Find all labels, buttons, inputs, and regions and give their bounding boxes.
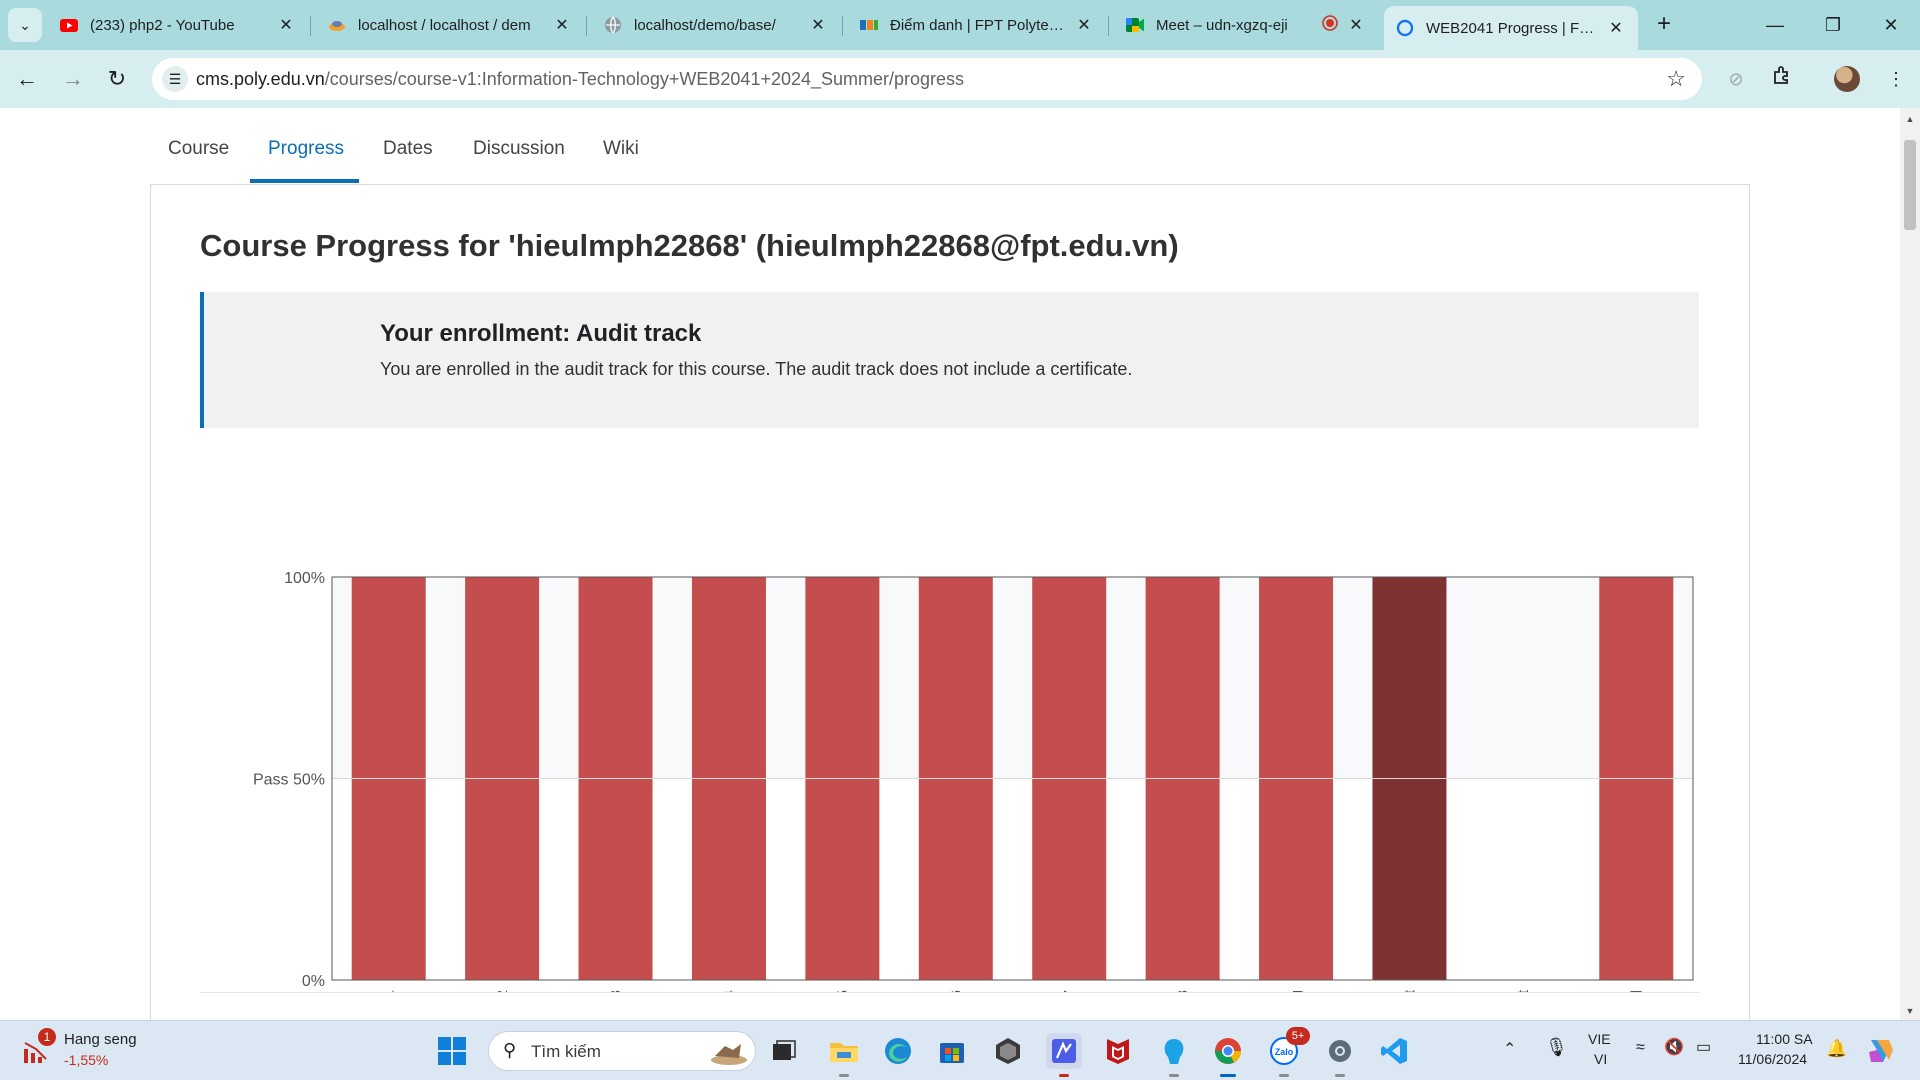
notepad-icon[interactable] [1046,1033,1082,1077]
windows-start-icon[interactable] [434,1033,470,1069]
site-info-icon[interactable]: ☰ [162,66,188,92]
tab-search-button[interactable]: ⌄ [8,8,42,42]
enrollment-title: Your enrollment: Audit track [380,320,702,347]
zalo-badge: 5+ [1286,1027,1310,1045]
widget-badge: 1 [38,1028,56,1046]
tab-progress[interactable]: Progress [268,138,344,160]
file-explorer-icon[interactable] [826,1033,862,1077]
show-hidden-icons[interactable]: ⌃ [1503,1039,1516,1059]
meet-icon [1126,16,1144,34]
tab-title: (233) php2 - YouTube [90,16,235,34]
globe-icon [604,16,622,34]
browser-tab-strip: ⌄ (233) php2 - YouTube ✕ localhost / loc… [0,0,1920,50]
page-title: Course Progress for 'hieulmph22868' (hie… [200,228,1179,263]
search-icon: ⚲ [503,1040,517,1060]
widget-title: Hang seng [64,1031,137,1048]
zalo-icon[interactable]: Zalo 5+ [1266,1027,1310,1077]
scroll-up-arrow-icon[interactable]: ▲ [1900,114,1920,124]
page-viewport: Course Progress Dates Discussion Wiki Co… [0,108,1900,1020]
browser-tab[interactable]: (233) php2 - YouTube ✕ [48,6,308,44]
browser-tab-active[interactable]: WEB2041 Progress | FPT Po ✕ [1384,6,1638,50]
clock-time[interactable]: 11:00 SA [1756,1031,1813,1047]
back-button[interactable]: ← [10,62,44,96]
tab-title: WEB2041 Progress | FPT Po [1426,19,1598,37]
close-icon[interactable]: ✕ [1606,18,1626,38]
widget-change: -1,55% [64,1052,109,1068]
battery-icon[interactable]: ▭ [1696,1037,1711,1057]
phpmyadmin-icon [328,16,346,34]
tab-title: Điểm danh | FPT Polytechn [890,16,1066,34]
edge-icon[interactable] [880,1033,916,1069]
tab-discussion[interactable]: Discussion [473,138,565,160]
tab-course[interactable]: Course [168,138,229,160]
close-window-button[interactable]: ✕ [1868,8,1914,42]
taskbar-search-box[interactable]: ⚲ Tìm kiếm [488,1031,756,1071]
language-indicator[interactable]: VIE [1588,1031,1611,1047]
bookmark-star-icon[interactable]: ☆ [1666,66,1686,92]
mcafee-icon[interactable] [1100,1033,1136,1069]
tab-dates[interactable]: Dates [383,138,433,160]
grade-progress-chart: Quiz 01Quiz 02Quiz 03Quiz 04Quiz 05Quiz … [253,570,1694,993]
profile-avatar[interactable] [1834,66,1860,92]
chrome-icon[interactable] [1210,1033,1246,1077]
restore-button[interactable]: ❐ [1810,8,1856,42]
browser-tab[interactable]: Meet – udn-xgzq-eji ✕ [1114,6,1378,44]
page-scrollbar[interactable]: ▲ ▼ [1900,108,1920,1020]
windows-taskbar: 1 Hang seng -1,55% ⚲ Tìm kiếm Zalo 5+ ⌃ … [0,1020,1920,1080]
vscode-icon[interactable] [1376,1033,1412,1069]
compass-icon[interactable]: ⊘ [1722,65,1750,93]
tab-wiki[interactable]: Wiki [603,138,639,160]
app-icon[interactable] [1156,1033,1192,1077]
minimize-button[interactable]: — [1752,8,1798,42]
close-icon[interactable]: ✕ [1074,15,1094,35]
scroll-down-arrow-icon[interactable]: ▼ [1900,1006,1920,1016]
chevron-down-icon: ⌄ [19,16,31,33]
extensions-icon[interactable] [1768,65,1796,93]
y-tick-label: Pass 50% [253,772,325,789]
reload-button[interactable]: ↻ [100,62,134,96]
browser-tab[interactable]: localhost / localhost / dem ✕ [316,6,584,44]
url-text[interactable]: cms.poly.edu.vn/courses/course-v1:Inform… [196,69,964,90]
settings-icon[interactable] [1322,1033,1358,1077]
browser-tab[interactable]: localhost/demo/base/ ✕ [592,6,840,44]
y-tick-label: 0% [302,973,325,990]
input-method[interactable]: VI [1594,1051,1607,1067]
search-highlight-icon [711,1044,747,1065]
enrollment-message: You are enrolled in the audit track for … [380,359,1133,379]
search-label: Tìm kiếm [531,1042,601,1061]
tab-title: localhost / localhost / dem [358,16,531,34]
copilot-icon[interactable] [1862,1033,1898,1069]
notification-bell-icon[interactable]: 🔔 [1826,1039,1847,1059]
store-icon[interactable] [934,1033,970,1069]
forward-button[interactable]: → [56,62,90,96]
app-icon[interactable] [990,1033,1026,1069]
loading-icon [1396,19,1414,37]
task-view-icon[interactable] [766,1033,802,1069]
menu-kebab-icon[interactable]: ⋮ [1882,65,1910,93]
close-icon[interactable]: ✕ [552,15,572,35]
new-tab-button[interactable]: + [1650,10,1678,38]
browser-tab[interactable]: Điểm danh | FPT Polytechn ✕ [848,6,1106,44]
volume-muted-icon[interactable]: 🔇 [1664,1037,1684,1057]
svg-text:Zalo: Zalo [1275,1047,1294,1057]
microphone-icon[interactable]: 🎙 [1545,1037,1568,1058]
active-tab-indicator [250,179,359,183]
section-divider [200,992,1699,993]
tab-title: Meet – udn-xgzq-eji [1156,16,1288,34]
close-icon[interactable]: ✕ [276,15,296,35]
y-tick-label: 100% [284,570,325,587]
clock-date[interactable]: 11/06/2024 [1738,1051,1807,1067]
recording-icon [1322,15,1338,35]
wifi-icon[interactable]: ≈ [1636,1039,1645,1057]
close-icon[interactable]: ✕ [808,15,828,35]
youtube-icon [60,16,78,34]
scrollbar-thumb[interactable] [1904,140,1916,230]
stock-widget[interactable]: 1 [22,1028,58,1069]
address-bar[interactable]: ☰ cms.poly.edu.vn/courses/course-v1:Info… [152,58,1702,100]
tab-title: localhost/demo/base/ [634,16,776,34]
fpt-icon [860,16,878,34]
close-icon[interactable]: ✕ [1346,15,1366,35]
browser-toolbar: ← → ↻ ☰ cms.poly.edu.vn/courses/course-v… [0,50,1920,108]
